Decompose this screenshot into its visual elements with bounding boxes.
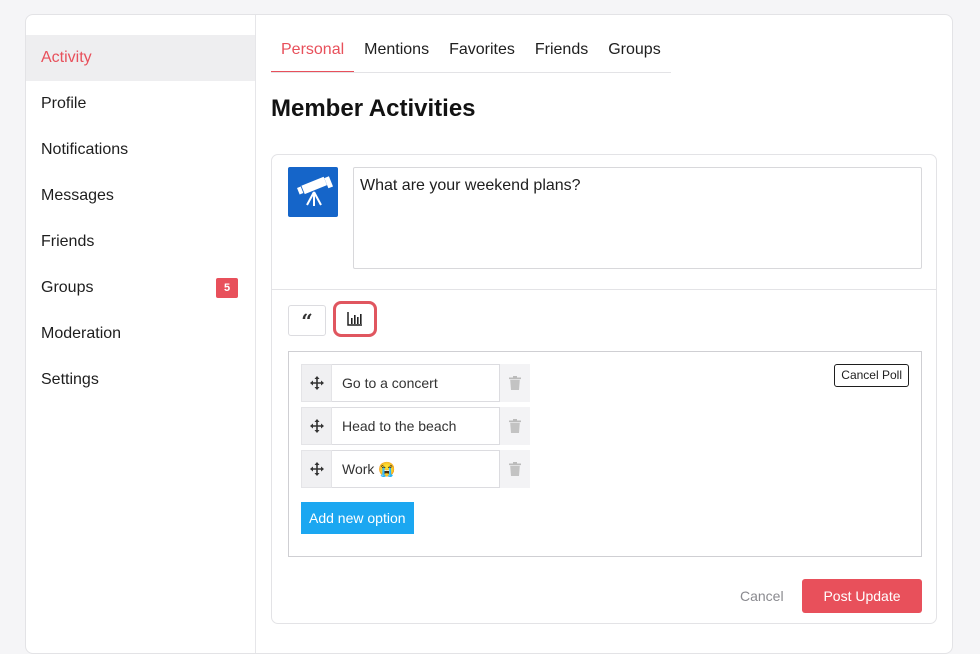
delete-option-button[interactable] xyxy=(500,407,530,445)
sidebar-item-activity[interactable]: Activity xyxy=(26,35,255,81)
quote-icon: “ xyxy=(301,308,313,333)
tab-personal[interactable]: Personal xyxy=(271,35,355,72)
tab-mentions[interactable]: Mentions xyxy=(354,35,439,72)
sidebar-item-settings[interactable]: Settings xyxy=(26,357,255,403)
trash-icon xyxy=(509,376,521,390)
sidebar-item-moderation[interactable]: Moderation xyxy=(26,311,255,357)
sidebar-item-label: Groups xyxy=(41,279,94,296)
sidebar-item-label: Activity xyxy=(41,49,92,66)
sidebar-item-label: Settings xyxy=(41,371,99,388)
sidebar-item-messages[interactable]: Messages xyxy=(26,173,255,219)
avatar xyxy=(288,167,338,217)
trash-icon xyxy=(509,419,521,433)
sidebar-item-groups[interactable]: Groups 5 xyxy=(26,265,255,311)
tab-groups[interactable]: Groups xyxy=(598,35,670,72)
poll-option-input[interactable] xyxy=(332,407,500,445)
drag-handle[interactable] xyxy=(301,407,332,445)
sidebar: Activity Profile Notifications Messages … xyxy=(26,15,256,653)
cancel-button[interactable]: Cancel xyxy=(740,579,784,613)
status-textarea[interactable]: What are your weekend plans? xyxy=(353,167,922,269)
groups-count-badge: 5 xyxy=(216,278,238,298)
move-arrows-icon xyxy=(309,376,324,390)
sidebar-item-label: Moderation xyxy=(41,325,122,342)
sidebar-item-label: Notifications xyxy=(41,141,129,158)
activity-composer: What are your weekend plans? “ Go to a c… xyxy=(271,154,937,624)
settings-card: Activity Profile Notifications Messages … xyxy=(25,14,953,654)
poll-option xyxy=(301,364,530,402)
poll-chart-icon xyxy=(347,312,362,326)
poll-option-input[interactable] xyxy=(332,364,500,402)
sidebar-item-friends[interactable]: Friends xyxy=(26,219,255,265)
delete-option-button[interactable] xyxy=(500,450,530,488)
poll-option xyxy=(301,407,530,445)
poll-editor: Add new option Cancel Poll xyxy=(288,351,922,557)
delete-option-button[interactable] xyxy=(500,364,530,402)
poll-option xyxy=(301,450,530,488)
drag-handle[interactable] xyxy=(301,450,332,488)
page-title: Member Activities xyxy=(271,95,476,122)
trash-icon xyxy=(509,462,521,476)
quote-button[interactable]: “ xyxy=(288,305,326,336)
tab-favorites[interactable]: Favorites xyxy=(439,35,525,72)
post-update-button[interactable]: Post Update xyxy=(802,579,922,613)
tab-friends[interactable]: Friends xyxy=(525,35,598,72)
cancel-poll-button[interactable]: Cancel Poll xyxy=(834,364,909,387)
main-content: Personal Mentions Favorites Friends Grou… xyxy=(271,15,937,653)
move-arrows-icon xyxy=(309,419,324,433)
sidebar-item-profile[interactable]: Profile xyxy=(26,81,255,127)
add-option-button[interactable]: Add new option xyxy=(301,502,414,534)
sidebar-item-label: Messages xyxy=(41,187,114,204)
telescope-icon xyxy=(297,176,334,206)
sidebar-item-label: Friends xyxy=(41,233,95,250)
poll-button[interactable] xyxy=(333,301,377,337)
sidebar-item-label: Profile xyxy=(41,95,87,112)
drag-handle[interactable] xyxy=(301,364,332,402)
sidebar-item-notifications[interactable]: Notifications xyxy=(26,127,255,173)
poll-option-input[interactable] xyxy=(332,450,500,488)
activity-tabs: Personal Mentions Favorites Friends Grou… xyxy=(271,35,671,73)
move-arrows-icon xyxy=(309,462,324,476)
divider xyxy=(272,289,936,290)
